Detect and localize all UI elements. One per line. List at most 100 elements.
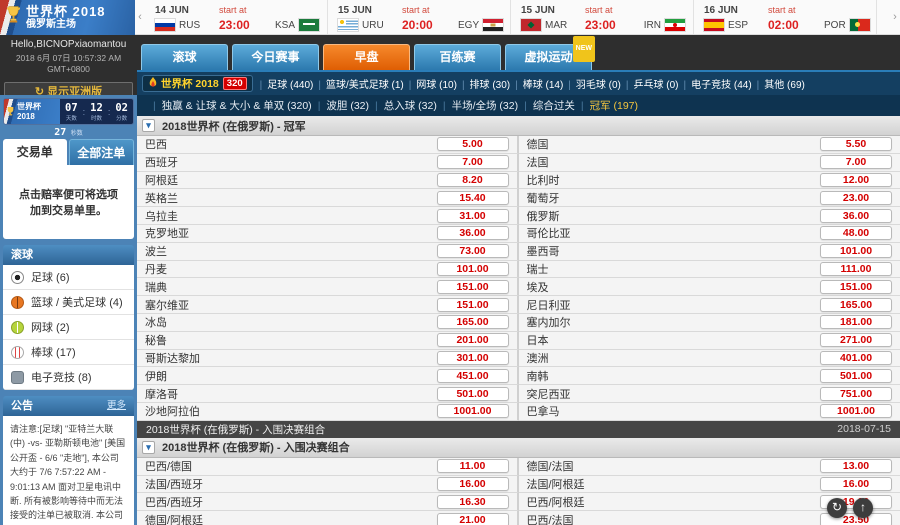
live-panel-title: 滚球 bbox=[11, 249, 33, 261]
nav-tab[interactable]: 虚拟运动 NEW bbox=[505, 36, 595, 70]
nav-tab[interactable]: 早盘 bbox=[323, 44, 410, 70]
match-home-team: MAR bbox=[521, 19, 585, 31]
odds-button[interactable]: 13.00 bbox=[820, 459, 892, 474]
match-carousel: 14 JUN start at RUS 23:00 KSA 15 JUN sta… bbox=[145, 0, 890, 34]
home-flag-icon bbox=[155, 19, 175, 31]
odds-button[interactable]: 7.00 bbox=[436, 155, 509, 170]
odds-cell: 瑞典 151.00 bbox=[137, 278, 519, 297]
odds-button[interactable]: 151.00 bbox=[436, 297, 509, 312]
live-sport-item[interactable]: 足球 (6) bbox=[3, 265, 134, 290]
team-name: 西班牙 bbox=[145, 157, 178, 170]
live-sport-item[interactable]: 棒球 (17) bbox=[3, 340, 134, 365]
torch-icon bbox=[149, 77, 157, 87]
sports-nav-item[interactable]: 棒球 (14) bbox=[510, 80, 563, 91]
odds-button[interactable]: 73.00 bbox=[436, 244, 509, 259]
market-nav-item[interactable]: 独赢 & 让球 & 大小 & 单双 (320) bbox=[147, 98, 312, 113]
odds-button[interactable]: 23.00 bbox=[820, 190, 892, 205]
match-card[interactable]: 14 JUN start at RUS 23:00 KSA bbox=[145, 0, 328, 34]
odds-button[interactable]: 501.00 bbox=[820, 368, 892, 383]
nav-tab[interactable]: 今日赛事 bbox=[232, 44, 319, 70]
odds-button[interactable]: 101.00 bbox=[436, 261, 509, 276]
odds-button[interactable]: 7.00 bbox=[820, 155, 892, 170]
odds-button[interactable]: 16.00 bbox=[820, 476, 892, 491]
odds-button[interactable]: 301.00 bbox=[436, 350, 509, 365]
team-name: 日本 bbox=[526, 335, 549, 348]
odds-button[interactable]: 451.00 bbox=[436, 368, 509, 383]
carousel-next-icon[interactable]: › bbox=[890, 0, 900, 34]
champion-odds-grid: 巴西 5.00 德国 5.50 西班牙 7.00 法国 7.00 阿根廷 8.2… bbox=[137, 136, 900, 421]
worldcup-featured-link[interactable]: 世界杯 2018 320 bbox=[142, 75, 253, 92]
sports-nav-item[interactable]: 电子竞技 (44) bbox=[679, 80, 752, 91]
odds-button[interactable]: 751.00 bbox=[820, 386, 892, 401]
team-name: 波兰 bbox=[145, 246, 167, 259]
live-sport-item[interactable]: 网球 (2) bbox=[3, 315, 134, 340]
odds-button[interactable]: 111.00 bbox=[820, 261, 892, 276]
trophy-icon bbox=[6, 5, 21, 30]
nav-tab[interactable]: 百练赛 bbox=[414, 44, 501, 70]
carousel-prev-icon[interactable]: ‹ bbox=[135, 0, 145, 34]
sports-nav-item[interactable]: 足球 (440) bbox=[255, 80, 314, 91]
sports-nav-item[interactable]: 排球 (30) bbox=[457, 80, 510, 91]
odds-cell: 法国 7.00 bbox=[518, 153, 900, 172]
odds-button[interactable]: 21.00 bbox=[436, 512, 509, 525]
sports-nav-item[interactable]: 羽毛球 (0) bbox=[563, 80, 621, 91]
odds-cell: 葡萄牙 23.00 bbox=[518, 189, 900, 208]
back-to-top-button[interactable]: ↑ bbox=[853, 498, 873, 518]
collapse-chevron-icon[interactable]: ▾ bbox=[142, 119, 155, 132]
odds-button[interactable]: 36.00 bbox=[820, 208, 892, 223]
odds-button[interactable]: 48.00 bbox=[820, 226, 892, 241]
odds-button[interactable]: 271.00 bbox=[820, 333, 892, 348]
live-sport-item[interactable]: 电子竞技 (8) bbox=[3, 365, 134, 390]
odds-cell: 哥伦比亚 48.00 bbox=[518, 224, 900, 243]
odds-button[interactable]: 12.00 bbox=[820, 172, 892, 187]
odds-button[interactable]: 8.20 bbox=[436, 172, 509, 187]
live-sport-item[interactable]: 篮球 / 美式足球 (4) bbox=[3, 290, 134, 315]
odds-button[interactable]: 181.00 bbox=[820, 315, 892, 330]
odds-button[interactable]: 1001.00 bbox=[436, 404, 509, 419]
odds-button[interactable]: 11.00 bbox=[436, 459, 509, 474]
sports-nav-item[interactable]: 网球 (10) bbox=[404, 80, 457, 91]
tab-trade-slip[interactable]: 交易单 bbox=[3, 139, 67, 165]
odds-button[interactable]: 15.40 bbox=[436, 190, 509, 205]
match-card[interactable]: 15 JUN start at MAR 23:00 IRN bbox=[511, 0, 694, 34]
collapse-chevron-icon[interactable]: ▾ bbox=[142, 440, 155, 454]
odds-button[interactable]: 165.00 bbox=[820, 297, 892, 312]
sports-nav-item[interactable]: 其他 (69) bbox=[752, 80, 805, 91]
odds-button[interactable]: 1001.00 bbox=[820, 404, 892, 419]
odds-button[interactable]: 101.00 bbox=[820, 244, 892, 259]
odds-button[interactable]: 151.00 bbox=[820, 279, 892, 294]
odds-button[interactable]: 5.00 bbox=[436, 137, 509, 152]
match-card[interactable]: 15 JUN start at URU 20:00 EGY bbox=[328, 0, 511, 34]
refresh-button[interactable]: ↻ bbox=[827, 498, 847, 518]
team-name: 秘鲁 bbox=[145, 335, 167, 348]
match-time: 20:00 bbox=[402, 18, 433, 32]
bet-slip-panel: 交易单 全部注单 点击赔率便可将选项加到交易单里。 bbox=[3, 139, 134, 239]
odds-button[interactable]: 16.00 bbox=[436, 476, 509, 491]
market-nav-item[interactable]: 总入球 (32) bbox=[369, 98, 437, 113]
odds-button[interactable]: 16.30 bbox=[436, 494, 509, 509]
logo-subtitle: 俄罗斯主场 bbox=[26, 19, 76, 31]
sports-nav-item[interactable]: 乒乓球 (0) bbox=[621, 80, 679, 91]
match-away-team: IRN bbox=[641, 19, 685, 31]
odds-cell: 巴西 5.00 bbox=[137, 136, 519, 154]
nav-tab[interactable]: 滚球 bbox=[141, 44, 228, 70]
odds-button[interactable]: 31.00 bbox=[436, 208, 509, 223]
team-name: 沙地阿拉伯 bbox=[145, 406, 200, 419]
market-nav-item[interactable]: 综合过关 bbox=[518, 98, 575, 113]
team-name: 葡萄牙 bbox=[526, 192, 560, 205]
odds-button[interactable]: 401.00 bbox=[820, 350, 892, 365]
tab-all-bets[interactable]: 全部注单 bbox=[68, 139, 134, 165]
odds-button[interactable]: 36.00 bbox=[436, 226, 509, 241]
market-nav-item[interactable]: 半场/全场 (32) bbox=[437, 98, 519, 113]
odds-button[interactable]: 151.00 bbox=[436, 279, 509, 294]
match-card[interactable]: 16 JUN start at ESP 02:00 POR bbox=[694, 0, 877, 34]
odds-button[interactable]: 501.00 bbox=[436, 386, 509, 401]
sport-icon bbox=[11, 370, 24, 384]
odds-button[interactable]: 201.00 bbox=[436, 333, 509, 348]
odds-button[interactable]: 165.00 bbox=[436, 315, 509, 330]
market-nav-item[interactable]: 波胆 (32) bbox=[312, 98, 369, 113]
market-nav-item[interactable]: 冠军 (197) bbox=[575, 98, 638, 113]
announcement-more-link[interactable]: 更多 bbox=[107, 396, 126, 416]
odds-button[interactable]: 5.50 bbox=[820, 137, 892, 152]
sports-nav-item[interactable]: 篮球/美式足球 (1) bbox=[313, 80, 403, 91]
